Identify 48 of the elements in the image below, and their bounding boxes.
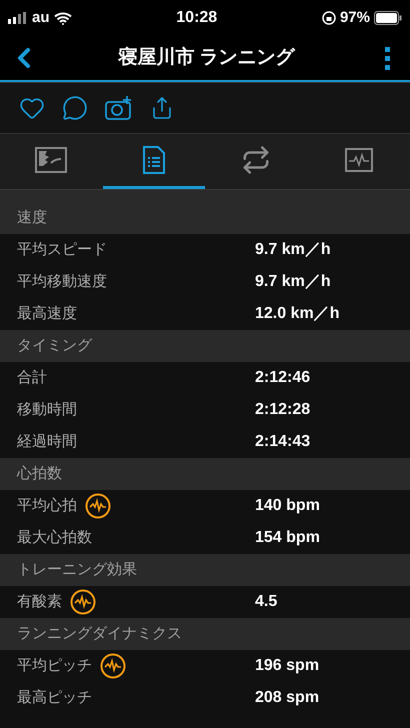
stat-value: 4.5 xyxy=(255,592,278,612)
stat-label: 最高速度 xyxy=(17,304,77,324)
section-title: ランニングダイナミクス xyxy=(17,624,182,644)
pulse-gauge-icon xyxy=(100,653,126,679)
stat-label: 最高ピッチ xyxy=(17,688,92,708)
section-title: 速度 xyxy=(17,208,47,228)
window-title: 寝屋川市 ランニング xyxy=(118,46,295,70)
stat-value: 2:12:28 xyxy=(255,400,310,420)
pulse-chart-icon xyxy=(344,148,373,172)
stat-label: 平均スピード xyxy=(17,240,107,260)
stat-value: 12.0 km／h xyxy=(255,304,340,324)
stat-label: 経過時間 xyxy=(17,432,77,452)
section-title: タイミング xyxy=(17,336,92,356)
comment-button[interactable] xyxy=(62,95,88,121)
stat-value: 208 spm xyxy=(255,688,320,708)
stat-label: 平均移動速度 xyxy=(17,272,107,292)
section-title: 心拍数 xyxy=(17,464,62,484)
loop-icon xyxy=(241,145,272,175)
signal-icon xyxy=(8,12,28,24)
battery-icon xyxy=(374,11,402,25)
stat-value: 196 spm xyxy=(255,656,320,676)
carrier-label: au xyxy=(32,8,50,28)
wifi-icon xyxy=(54,12,72,24)
document-list-icon xyxy=(142,146,165,174)
stat-label: 最大心拍数 xyxy=(17,528,92,548)
pulse-gauge-icon xyxy=(85,493,111,519)
stat-value: 140 bpm xyxy=(255,496,320,516)
camera-plus-icon xyxy=(105,95,133,121)
add-photo-button[interactable] xyxy=(105,95,133,121)
stat-value: 2:14:43 xyxy=(255,432,310,452)
map-icon xyxy=(35,147,68,173)
rotation-lock-icon xyxy=(322,11,336,25)
pulse-gauge-icon xyxy=(70,589,96,615)
stat-label: 移動時間 xyxy=(17,400,77,420)
speech-bubble-icon xyxy=(62,95,88,121)
stat-value: 9.7 km／h xyxy=(255,240,331,260)
share-button[interactable] xyxy=(150,96,174,120)
stat-label: 有酸素 xyxy=(17,592,62,612)
stat-value: 9.7 km／h xyxy=(255,272,331,292)
stat-value: 2:12:46 xyxy=(255,368,310,388)
battery-percent: 97% xyxy=(340,8,370,28)
share-icon xyxy=(150,96,174,120)
clock-time: 10:28 xyxy=(176,8,218,28)
stat-label: 平均ピッチ xyxy=(17,656,92,676)
stat-label: 合計 xyxy=(17,368,47,388)
section-title: トレーニング効果 xyxy=(17,560,137,580)
stat-value: 154 bpm xyxy=(255,528,320,548)
stat-label: 平均心拍 xyxy=(17,496,77,516)
